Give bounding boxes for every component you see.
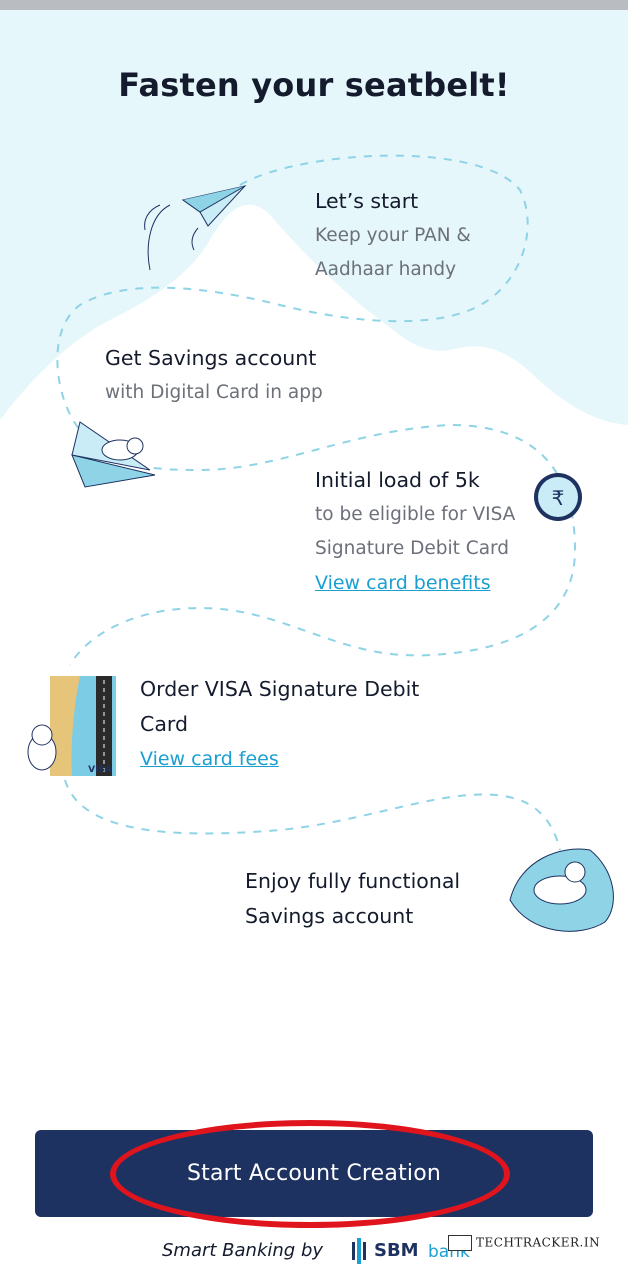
watermark: TECHTRACKER.IN [448,1235,600,1251]
cta-label: Start Account Creation [186,1161,442,1186]
visa-card-icon: VISA [27,676,116,776]
svg-text:₹: ₹ [552,486,565,510]
dog-beanbag-icon [509,848,614,932]
step-heading: Card [140,712,188,736]
background-illustration: ₹ VISA [0,10,628,932]
rupee-coin-icon: ₹ [534,473,582,521]
view-card-benefits-link[interactable]: View card benefits [315,566,515,600]
step-subtext: to be eligible for VISA [315,504,516,525]
step-initial-load: Initial load of 5k to be eligible for VI… [315,463,515,600]
step-subtext: with Digital Card in app [105,382,323,403]
step-order-card: Order VISA Signature Debit Card View car… [140,672,419,776]
sbm-logo-icon [352,1238,366,1264]
page-title: Fasten your seatbelt! [118,66,510,104]
step-heading: Initial load of 5k [315,468,480,492]
svg-text:VISA: VISA [88,765,112,775]
step-heading: Savings account [245,904,414,928]
step-get-savings: Get Savings account with Digital Card in… [105,341,323,410]
step-enjoy: Enjoy fully functional Savings account [245,864,460,934]
footer-tagline: Smart Banking by [162,1240,324,1261]
watermark-text: TECHTRACKER.IN [476,1235,601,1250]
step-heading: Enjoy fully functional [245,869,461,893]
step-subtext: Aadhaar handy [315,259,457,280]
watermark-icon [448,1235,472,1251]
step-heading: Let’s start [315,189,419,213]
view-card-fees-link[interactable]: View card fees [140,742,419,776]
start-account-creation-button[interactable]: Start Account Creation [35,1130,593,1217]
step-heading: Get Savings account [105,346,317,370]
step-subtext: Keep your PAN & [315,225,471,246]
step-lets-start: Let’s start Keep your PAN & Aadhaar hand… [315,184,471,287]
step-subtext: Signature Debit Card [315,538,510,559]
dog-paper-plane-icon [71,421,156,488]
footer-brand: SBM [374,1240,419,1261]
step-heading: Order VISA Signature Debit [140,677,420,701]
